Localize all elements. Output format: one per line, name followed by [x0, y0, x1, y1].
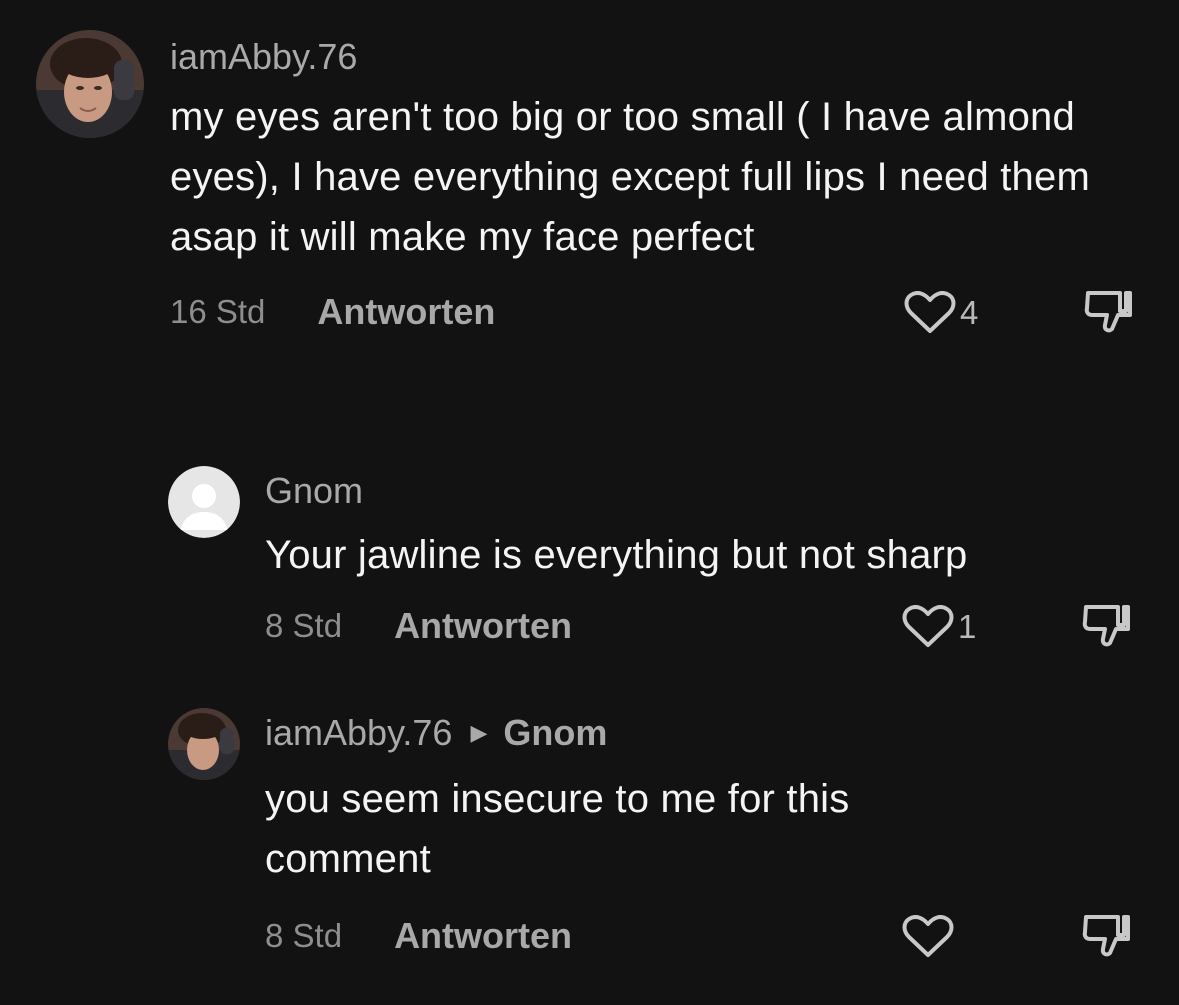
comment-text: Your jawline is everything but not sharp — [265, 533, 968, 578]
author-name[interactable]: iamAbby.76 — [170, 36, 357, 77]
comment-time: 8 Std — [265, 917, 343, 955]
heart-outline-icon — [904, 291, 956, 334]
like-button[interactable]: 1 — [902, 605, 976, 649]
avatar[interactable] — [168, 466, 240, 538]
comment-item: iamAbby.76 my eyes aren't too big or too… — [36, 30, 1146, 337]
dislike-button[interactable] — [1082, 287, 1134, 340]
comment-body: iamAbby.76 ▶ Gnom you seem insecure to m… — [265, 708, 1146, 961]
comment-author[interactable]: iamAbby.76 ▶ Gnom — [265, 712, 1146, 753]
heart-outline-icon — [902, 605, 954, 648]
avatar[interactable] — [168, 708, 240, 780]
like-count: 4 — [960, 294, 979, 332]
comment-body: iamAbby.76 my eyes aren't too big or too… — [170, 30, 1146, 337]
user-silhouette-icon — [168, 466, 240, 538]
play-triangle-icon: ▶ — [470, 720, 488, 746]
heart-outline-icon — [902, 915, 954, 958]
reply-to-name[interactable]: Gnom — [503, 712, 607, 753]
reply-button[interactable]: Antworten — [317, 291, 495, 333]
like-button[interactable]: 4 — [904, 291, 978, 335]
comment-text: my eyes aren't too big or too small ( I … — [170, 95, 1090, 260]
comment-author[interactable]: iamAbby.76 — [170, 36, 1146, 77]
thumbs-down-icon — [1082, 915, 1130, 957]
like-count: 1 — [958, 608, 977, 646]
dislike-button[interactable] — [1080, 911, 1132, 964]
thumbs-down-icon — [1082, 605, 1130, 647]
dislike-button[interactable] — [1080, 601, 1132, 654]
comment-meta: 8 Std Antworten 1 — [265, 601, 1145, 651]
comment-body: Gnom Your jawline is everything but not … — [265, 466, 1146, 651]
thumbs-down-icon — [1084, 291, 1132, 333]
comment-meta: 16 Std Antworten 4 — [170, 287, 1146, 337]
reply-button[interactable]: Antworten — [394, 605, 572, 647]
reply-button[interactable]: Antworten — [394, 915, 572, 957]
reply-comment-item: Gnom Your jawline is everything but not … — [168, 466, 1146, 651]
author-name[interactable]: iamAbby.76 — [265, 712, 452, 753]
like-button[interactable] — [902, 915, 958, 959]
author-name[interactable]: Gnom — [265, 470, 363, 511]
avatar[interactable] — [36, 30, 144, 138]
comment-text: you seem insecure to me for this comment — [265, 777, 850, 882]
reply-comment-item: iamAbby.76 ▶ Gnom you seem insecure to m… — [168, 708, 1146, 961]
comment-time: 8 Std — [265, 607, 343, 645]
comment-meta: 8 Std Antworten — [265, 911, 1145, 961]
comment-author[interactable]: Gnom — [265, 470, 1146, 511]
comment-time: 16 Std — [170, 293, 266, 331]
